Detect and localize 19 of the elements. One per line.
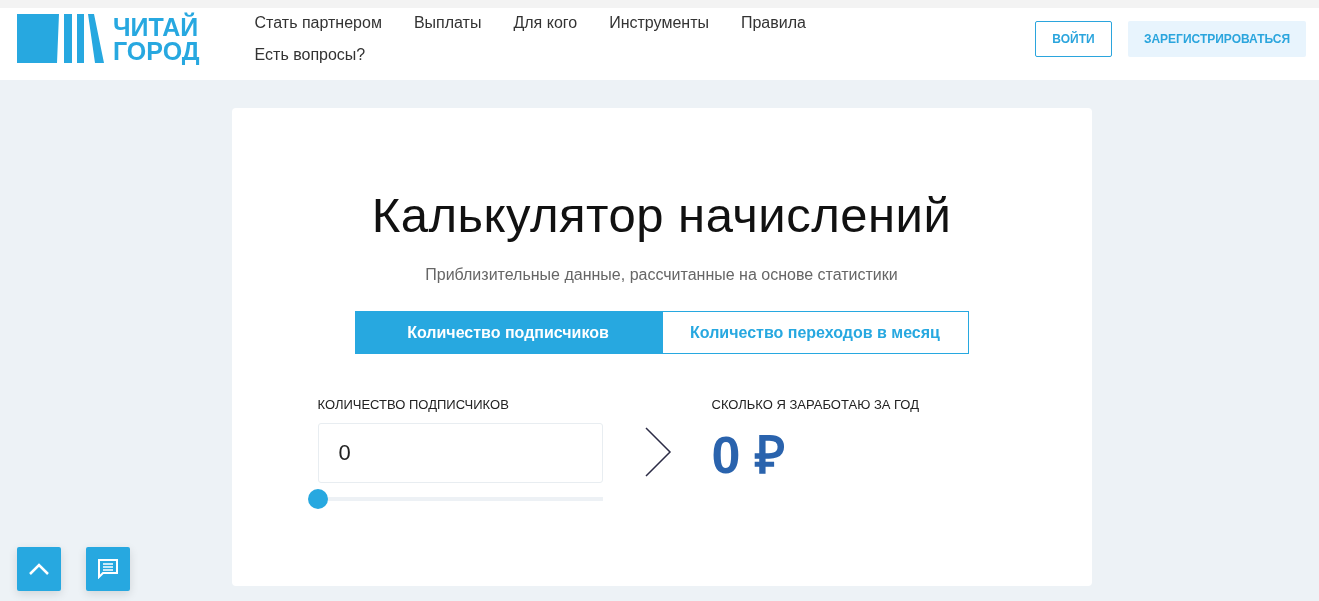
- scroll-up-button[interactable]: [17, 547, 61, 591]
- result-label: СКОЛЬКО Я ЗАРАБОТАЮ ЗА ГОД: [711, 397, 919, 413]
- chevron-right-icon: [643, 427, 672, 477]
- chat-button[interactable]: [86, 547, 130, 591]
- logo-icon: [17, 13, 107, 65]
- calculator-subtitle: Приблизительные данные, рассчитанные на основе статистики: [424, 266, 899, 284]
- nav-link[interactable]: Выплаты: [413, 11, 482, 34]
- chevron-up-icon: [29, 563, 49, 575]
- calculator-title: Калькулятор начислений: [370, 187, 953, 244]
- earnings-value: 0 ₽: [711, 425, 786, 485]
- input-label: КОЛИЧЕСТВО ПОДПИСЧИКОВ: [317, 397, 510, 413]
- nav-link[interactable]: Для кого: [513, 11, 578, 34]
- slider-thumb[interactable]: [307, 489, 328, 509]
- nav-link[interactable]: Есть вопросы?: [254, 43, 366, 66]
- nav-link[interactable]: Стать партнером: [254, 11, 382, 34]
- chat-icon: [98, 559, 118, 579]
- nav-link[interactable]: Инструменты: [609, 11, 709, 34]
- nav-link[interactable]: Правила: [740, 11, 806, 34]
- subscribers-input-field[interactable]: 0: [317, 423, 603, 483]
